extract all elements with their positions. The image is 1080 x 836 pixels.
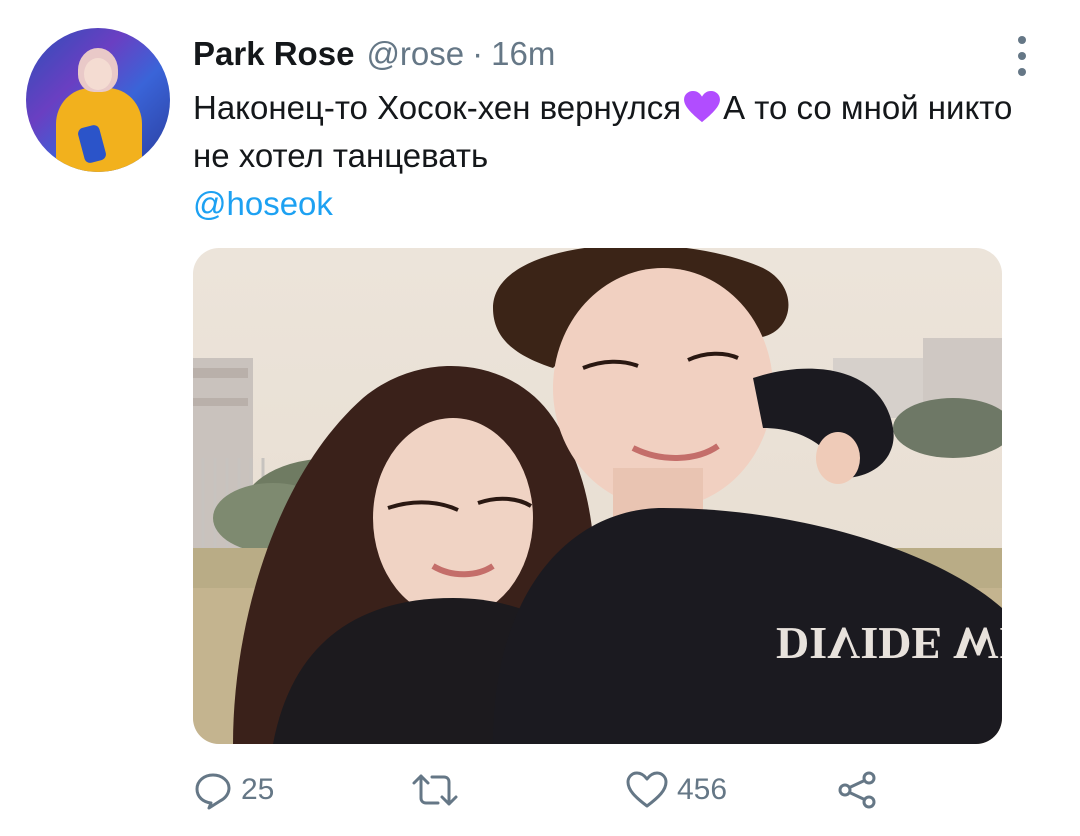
sweatshirt-print: DIVIDE WIN	[776, 618, 1002, 669]
share-icon	[838, 771, 876, 809]
like-button[interactable]: 456	[625, 764, 727, 816]
share-button[interactable]	[835, 764, 879, 816]
purple-heart-icon	[684, 90, 721, 123]
action-bar: 25 456	[193, 760, 1013, 820]
tweet-header: Park Rose @rose · 16m	[193, 30, 555, 78]
more-options-icon[interactable]	[1008, 36, 1036, 76]
avatar[interactable]	[26, 28, 170, 172]
like-count: 456	[677, 773, 728, 806]
avatar-face	[84, 58, 112, 90]
tweet-text-part1: Наконец-то Хосок-хен вернулся	[193, 89, 682, 126]
author-handle[interactable]: @rose	[366, 35, 464, 73]
reply-button[interactable]: 25	[193, 764, 274, 816]
mention-link[interactable]: @hoseok	[193, 180, 1013, 228]
timestamp[interactable]: 16m	[491, 35, 555, 73]
separator: ·	[472, 35, 484, 72]
retweet-icon	[412, 774, 458, 806]
tweet[interactable]: Park Rose @rose · 16m Наконец-то Хосок-х…	[0, 0, 1080, 836]
author-name[interactable]: Park Rose	[193, 35, 354, 73]
retweet-button[interactable]	[411, 764, 467, 816]
photo-image: DIVIDE WIN	[193, 248, 1002, 744]
reply-count: 25	[241, 773, 275, 806]
reply-icon	[195, 773, 231, 810]
tweet-photo[interactable]: DIVIDE WIN	[193, 248, 1002, 744]
heart-icon	[626, 771, 668, 808]
tweet-text: Наконец-то Хосок-хен вернулся А то со мно…	[193, 84, 1013, 228]
